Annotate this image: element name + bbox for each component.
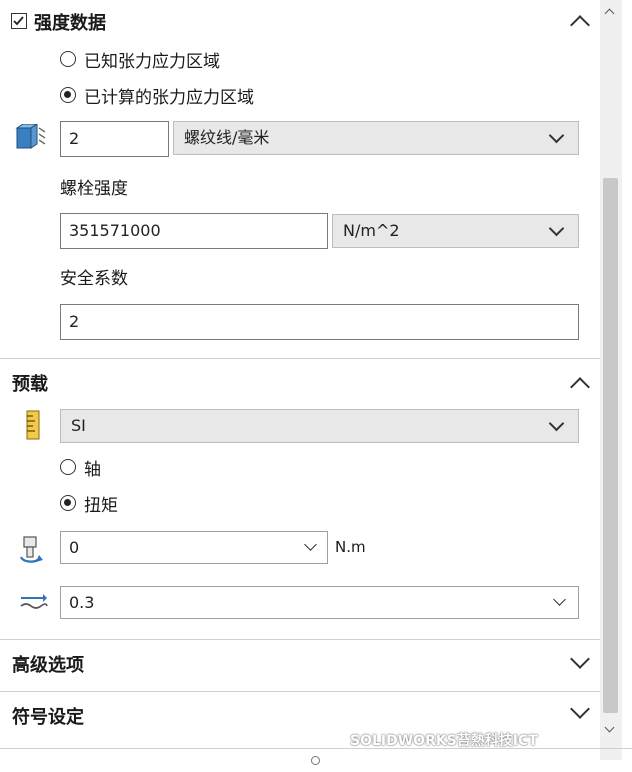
chevron-down-icon: [548, 220, 565, 237]
chevron-down-icon: [548, 415, 565, 432]
bottom-divider: [0, 748, 632, 749]
thread-unit-value: 螺纹线/毫米: [184, 128, 270, 147]
friction-input[interactable]: 0.3: [60, 586, 579, 619]
bolt-strength-unit-value: N/m^2: [343, 221, 400, 240]
radio-axial[interactable]: [60, 459, 76, 475]
preload-collapse-icon[interactable]: [570, 377, 590, 397]
bolt-strength-unit-select[interactable]: N/m^2: [332, 214, 579, 248]
torque-input[interactable]: 0: [60, 531, 328, 564]
safety-factor-label: 安全系数: [60, 269, 128, 289]
radio-known-area[interactable]: [60, 51, 76, 67]
watermark-text: SOLIDWORKS苔熱科技ICT: [350, 733, 538, 749]
bolt-strength-label: 螺栓强度: [60, 179, 128, 199]
radio-torque[interactable]: [60, 495, 76, 511]
thread-icon: [15, 124, 46, 149]
radio-calculated-area[interactable]: [60, 87, 76, 103]
chevron-down-icon[interactable]: [304, 538, 317, 551]
friction-icon: [20, 594, 48, 609]
symbol-expand-icon[interactable]: [570, 699, 590, 719]
advanced-expand-icon[interactable]: [570, 649, 590, 669]
chevron-down-icon[interactable]: [553, 593, 566, 606]
strength-section-title: 强度数据: [34, 13, 106, 34]
bolt-strength-input[interactable]: 351571000: [60, 213, 328, 249]
thread-count-input[interactable]: 2: [60, 121, 169, 157]
ruler-icon: [26, 410, 40, 440]
safety-factor-input[interactable]: 2: [60, 304, 579, 340]
radio-calculated-area-label: 已计算的张力应力区域: [84, 88, 254, 108]
scrollbar-thumb[interactable]: [603, 178, 618, 713]
check-icon: [13, 16, 24, 26]
preload-section-title: 预载: [12, 374, 48, 395]
chevron-down-icon: [548, 127, 565, 144]
section-divider: [0, 358, 600, 359]
radio-axial-label: 轴: [84, 460, 101, 480]
advanced-section-title[interactable]: 高级选项: [12, 651, 84, 677]
torque-value: 0: [69, 538, 80, 557]
radio-known-area-label: 已知张力应力区域: [84, 52, 220, 72]
friction-value: 0.3: [69, 593, 95, 612]
bolt-torque-icon: [19, 536, 43, 563]
section-divider: [0, 639, 600, 640]
thread-unit-select[interactable]: 螺纹线/毫米: [173, 121, 579, 155]
unit-system-value: SI: [71, 416, 86, 435]
torque-unit-label: N.m: [335, 538, 366, 556]
symbol-section-title[interactable]: 符号设定: [12, 703, 84, 729]
unit-system-select[interactable]: SI: [60, 409, 579, 443]
watermark: SOLIDWORKS苔熱科技ICT: [350, 730, 538, 750]
strength-checkbox[interactable]: [11, 13, 27, 29]
resize-handle-icon[interactable]: [311, 756, 320, 765]
strength-collapse-icon[interactable]: [570, 15, 590, 35]
radio-torque-label: 扭矩: [84, 496, 118, 516]
section-divider: [0, 691, 600, 692]
